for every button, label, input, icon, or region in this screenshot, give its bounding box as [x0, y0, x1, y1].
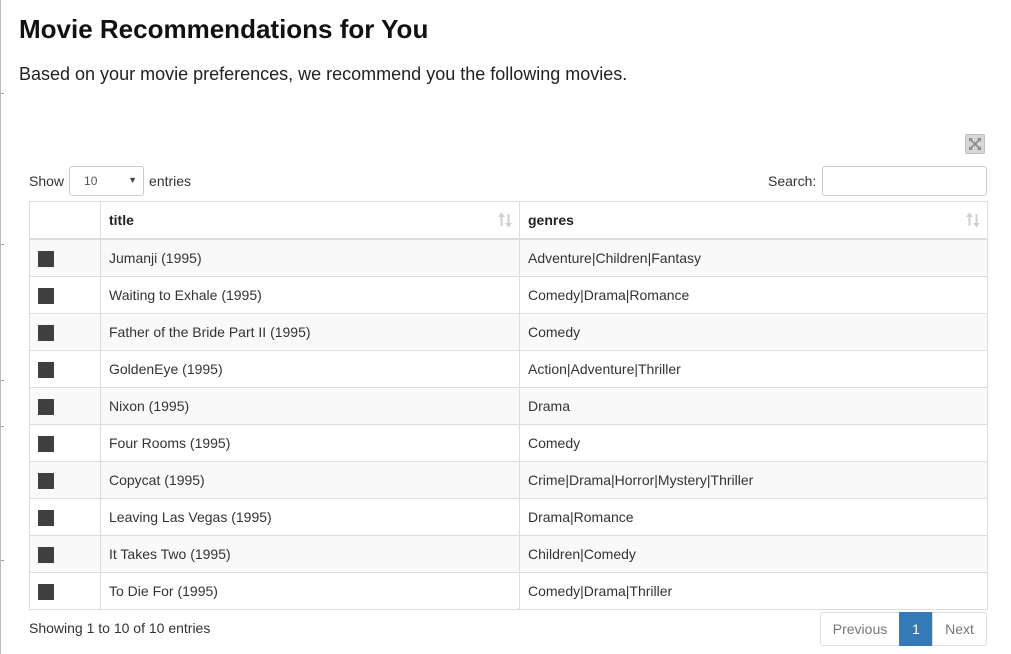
row-select-cell[interactable] — [29, 424, 101, 462]
row-select-cell[interactable] — [29, 572, 101, 610]
table-row[interactable]: Nixon (1995) Drama — [29, 387, 988, 425]
movie-genres-cell: Drama — [519, 387, 988, 425]
table-row[interactable]: Copycat (1995) Crime|Drama|Horror|Myster… — [29, 461, 988, 499]
movie-genres-cell: Comedy|Drama|Thriller — [519, 572, 988, 610]
row-marker — [38, 250, 54, 267]
column-header-select — [29, 201, 101, 240]
table-row[interactable]: Jumanji (1995) Adventure|Children|Fantas… — [29, 238, 988, 277]
row-select-cell[interactable] — [29, 313, 101, 351]
fullscreen-button[interactable] — [965, 134, 985, 154]
movie-genres-cell: Comedy|Drama|Romance — [519, 276, 988, 314]
table-row[interactable]: Leaving Las Vegas (1995) Drama|Romance — [29, 498, 988, 536]
row-marker — [38, 435, 54, 452]
movie-title-cell: To Die For (1995) — [100, 572, 520, 610]
row-select-cell[interactable] — [29, 498, 101, 536]
search-label: Search: — [768, 173, 817, 189]
row-marker — [38, 509, 54, 526]
movie-title-cell: Copycat (1995) — [100, 461, 520, 499]
entries-label: entries — [149, 173, 192, 189]
row-select-cell[interactable] — [29, 350, 101, 388]
movie-genres-cell: Children|Comedy — [519, 535, 988, 573]
page-title: Movie Recommendations for You — [19, 14, 429, 44]
page-1-button[interactable]: 1 — [899, 612, 933, 646]
expand-icon — [969, 138, 981, 150]
pagination: Previous 1 Next — [820, 612, 987, 646]
column-header-title[interactable]: title — [100, 201, 520, 240]
row-marker — [38, 398, 54, 415]
movie-title-cell: Jumanji (1995) — [100, 238, 520, 277]
row-select-cell[interactable] — [29, 238, 101, 277]
table-row[interactable]: Father of the Bride Part II (1995) Comed… — [29, 313, 988, 351]
search-control: Search: — [768, 166, 988, 196]
recommendations-table: title genres Jumanji (1995) Adventure|Ch… — [29, 201, 988, 610]
table-row[interactable]: Waiting to Exhale (1995) Comedy|Drama|Ro… — [29, 276, 988, 314]
row-marker — [38, 583, 54, 600]
app-frame: Movie Recommendations for You Based on y… — [0, 0, 1011, 654]
row-select-cell[interactable] — [29, 276, 101, 314]
next-page-button[interactable]: Next — [932, 612, 987, 646]
table-info: Showing 1 to 10 of 10 entries — [29, 620, 211, 636]
movie-genres-cell: Comedy — [519, 424, 988, 462]
movie-genres-cell: Drama|Romance — [519, 498, 988, 536]
movie-title-cell: It Takes Two (1995) — [100, 535, 520, 573]
show-label: Show — [29, 173, 65, 189]
left-edge-ticks — [1, 0, 4, 654]
entries-length-control: Show 10 ▼ entries — [29, 166, 191, 196]
table-row[interactable]: GoldenEye (1995) Action|Adventure|Thrill… — [29, 350, 988, 388]
row-select-cell[interactable] — [29, 535, 101, 573]
movie-genres-cell: Action|Adventure|Thriller — [519, 350, 988, 388]
movie-title-cell: Leaving Las Vegas (1995) — [100, 498, 520, 536]
row-marker — [38, 361, 54, 378]
row-marker — [38, 287, 54, 304]
movie-title-cell: Waiting to Exhale (1995) — [100, 276, 520, 314]
table-header-row: title genres — [29, 201, 988, 240]
entries-length-value: 10 — [84, 174, 98, 188]
chevron-down-icon: ▼ — [128, 175, 138, 185]
entries-length-select[interactable]: 10 ▼ — [69, 166, 145, 196]
movie-genres-cell: Crime|Drama|Horror|Mystery|Thriller — [519, 461, 988, 499]
movie-title-cell: Father of the Bride Part II (1995) — [100, 313, 520, 351]
movie-genres-cell: Adventure|Children|Fantasy — [519, 238, 988, 277]
row-marker — [38, 324, 54, 341]
column-header-title-label: title — [109, 212, 134, 228]
table-row[interactable]: Four Rooms (1995) Comedy — [29, 424, 988, 462]
row-marker — [38, 472, 54, 489]
row-marker — [38, 546, 54, 563]
sort-icon — [966, 212, 980, 228]
column-header-genres[interactable]: genres — [519, 201, 988, 240]
movie-title-cell: GoldenEye (1995) — [100, 350, 520, 388]
sort-icon — [498, 212, 512, 228]
table-row[interactable]: To Die For (1995) Comedy|Drama|Thriller — [29, 572, 988, 610]
movie-title-cell: Nixon (1995) — [100, 387, 520, 425]
previous-page-button[interactable]: Previous — [820, 612, 900, 646]
movie-genres-cell: Comedy — [519, 313, 988, 351]
movie-title-cell: Four Rooms (1995) — [100, 424, 520, 462]
column-header-genres-label: genres — [528, 212, 574, 228]
row-select-cell[interactable] — [29, 461, 101, 499]
table-row[interactable]: It Takes Two (1995) Children|Comedy — [29, 535, 988, 573]
row-select-cell[interactable] — [29, 387, 101, 425]
search-input[interactable] — [822, 166, 988, 196]
page-subtitle: Based on your movie preferences, we reco… — [19, 64, 628, 84]
